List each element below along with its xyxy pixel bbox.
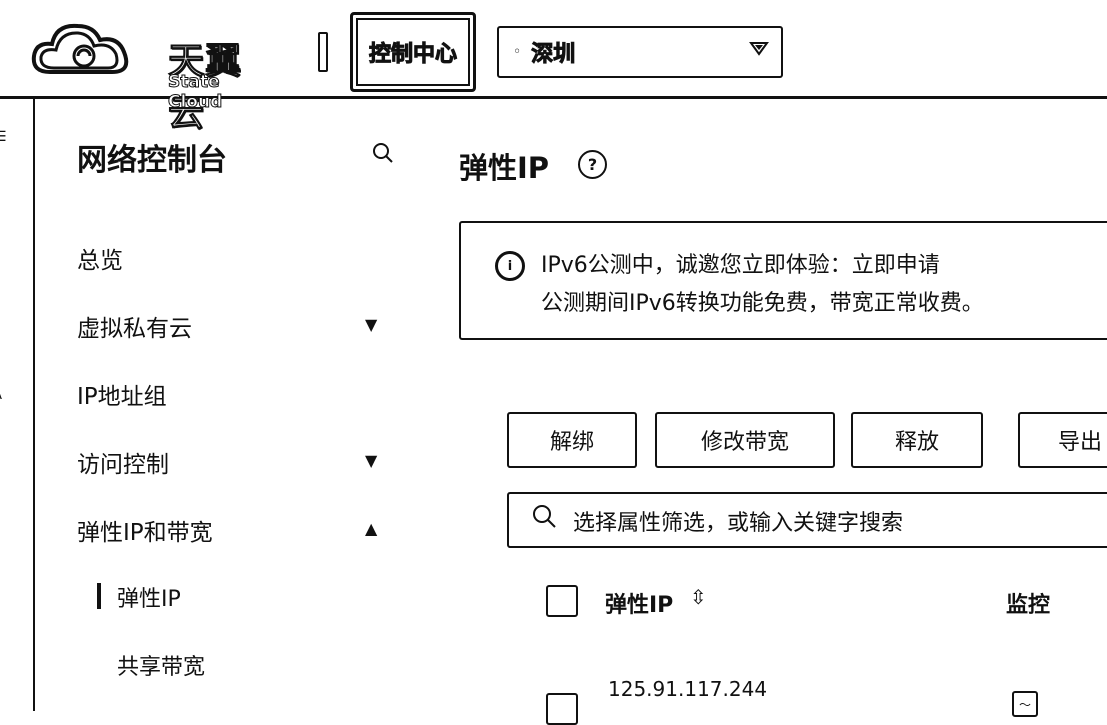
control-center-button[interactable]: 控制中心	[350, 12, 476, 92]
rail-icon[interactable]: ʌ	[0, 387, 2, 403]
chevron-down-icon[interactable]: ▼	[365, 315, 377, 334]
region-selector[interactable]: ◦ 深圳	[497, 26, 783, 78]
modify-bandwidth-button[interactable]: 修改带宽	[655, 412, 835, 468]
brand-logo[interactable]: 天翼云 State Cloud	[28, 14, 258, 135]
caret-down-icon	[749, 40, 769, 61]
left-icon-rail: ☰ ) ) ʌ ) )	[0, 99, 35, 711]
header-divider	[318, 32, 328, 72]
help-icon[interactable]: ?	[578, 150, 607, 179]
sidebar-item-access-control[interactable]: 访问控制	[77, 445, 169, 479]
column-header-monitor: 监控	[1006, 593, 1051, 618]
monitor-chart-icon[interactable]: 〜	[1012, 691, 1038, 717]
row-checkbox[interactable]	[546, 693, 578, 725]
export-button[interactable]: 导出	[1018, 412, 1107, 468]
top-header: 天翼云 State Cloud 控制中心 ◦ 深圳	[0, 0, 1107, 135]
release-button[interactable]: 释放	[851, 412, 983, 468]
region-value: 深圳	[531, 42, 576, 68]
select-all-checkbox[interactable]	[546, 585, 578, 617]
sidebar-item-vpc[interactable]: 虚拟私有云	[77, 309, 192, 343]
unbind-button[interactable]: 解绑	[507, 412, 637, 468]
location-pin-icon: ◦	[513, 44, 522, 60]
sidebar-subitem-eip[interactable]: 弹性IP	[117, 581, 181, 613]
notice-banner: i IPv6公测中，诚邀您立即体验：立即申请 公测期间IPv6转换功能免费，带宽…	[459, 221, 1107, 340]
main-content: 弹性IP ? i IPv6公测中，诚邀您立即体验：立即申请 公测期间IPv6转换…	[415, 99, 1107, 725]
notice-line-2: 公测期间IPv6转换功能免费，带宽正常收费。	[541, 291, 984, 316]
chevron-down-icon[interactable]: ▼	[365, 451, 377, 470]
rail-menu-icon[interactable]: ☰	[0, 129, 7, 145]
chevron-up-icon[interactable]: ▲	[365, 519, 377, 538]
sort-icon[interactable]: ⇳	[690, 585, 707, 609]
search-placeholder: 选择属性筛选，或输入关键字搜索	[573, 511, 904, 536]
search-icon[interactable]	[371, 141, 395, 171]
sidebar-item-eip-bandwidth[interactable]: 弹性IP和带宽	[77, 513, 213, 547]
sidebar-subitem-shared-bandwidth[interactable]: 共享带宽	[117, 649, 205, 681]
cloud-logo-icon	[31, 23, 129, 74]
page-title: 弹性IP	[459, 151, 550, 185]
active-indicator	[97, 583, 101, 609]
table-cell-ip[interactable]: 125.91.117.244	[608, 677, 767, 701]
sidebar-item-overview[interactable]: 总览	[77, 241, 123, 275]
search-input[interactable]: 选择属性筛选，或输入关键字搜索	[507, 492, 1107, 548]
sidebar: 网络控制台 总览 虚拟私有云 ▼ IP地址组 访问控制 ▼ 弹性IP和带宽 ▲ …	[35, 99, 415, 711]
notice-line-1: IPv6公测中，诚邀您立即体验：立即申请	[541, 253, 940, 278]
sidebar-item-ip-group[interactable]: IP地址组	[77, 377, 167, 411]
column-header-eip[interactable]: 弹性IP	[605, 587, 673, 619]
sidebar-title: 网络控制台	[77, 143, 227, 178]
search-icon	[531, 503, 557, 536]
info-icon: i	[495, 251, 525, 281]
